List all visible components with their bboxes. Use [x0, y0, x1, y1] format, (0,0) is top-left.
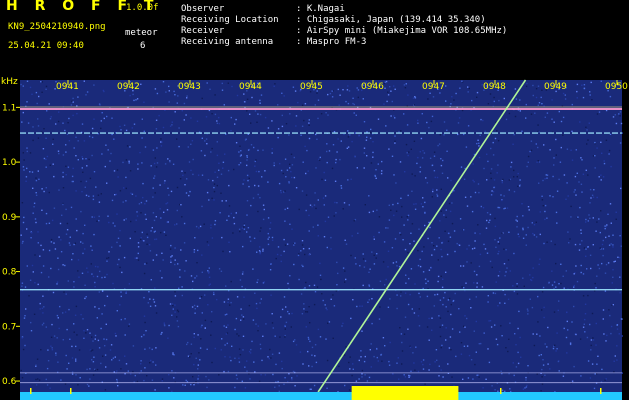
- power-bar-burst: [351, 386, 459, 400]
- location-label: Receiving Location: [181, 15, 279, 25]
- info-header: H R O F F T 1.0.0f KN9_2504210940.png me…: [0, 0, 629, 76]
- x-tick-label: 0942: [117, 82, 140, 92]
- y-axis-label: kHz: [1, 77, 18, 87]
- receiver-label: Receiver: [181, 26, 225, 36]
- x-tick-label: 0950: [605, 82, 628, 92]
- receiver-value: : AirSpy mini (Miakejima VOR 108.65MHz): [296, 26, 508, 36]
- spectrogram-svg: kHz 1.1 1.0 0.9 0.8 0.7 0.6 0941 0942 0943 0944 094…: [0, 76, 629, 400]
- image-filename: KN9_2504210940.png: [8, 22, 106, 32]
- x-tick-label: 0941: [56, 82, 79, 92]
- y-tick-label: 0.6: [2, 377, 17, 387]
- x-tick-label: 0948: [483, 82, 506, 92]
- meteor-count: 6: [140, 41, 146, 51]
- power-bar-baseline: [20, 392, 622, 400]
- location-value: : Chigasaki, Japan (139.414 35.340): [296, 15, 486, 25]
- power-bar-spike: [500, 388, 502, 394]
- x-tick-label: 0944: [239, 82, 262, 92]
- observer-label: Observer: [181, 4, 225, 14]
- antenna-label: Receiving antenna: [181, 37, 274, 47]
- x-tick-label: 0949: [544, 82, 567, 92]
- y-tick-label: 1.0: [2, 158, 17, 168]
- capture-datetime: 25.04.21 09:40: [8, 41, 84, 51]
- observer-value: : K.Nagai: [296, 4, 345, 14]
- y-tick-label: 0.8: [2, 268, 17, 278]
- meteor-label: meteor: [125, 28, 158, 38]
- x-tick-label: 0946: [361, 82, 384, 92]
- plot-background: [20, 80, 622, 392]
- x-tick-label: 0947: [422, 82, 445, 92]
- spectrogram-chart: kHz 1.1 1.0 0.9 0.8 0.7 0.6 0941 0942 0943 0944 094…: [0, 76, 629, 400]
- x-tick-label: 0945: [300, 82, 323, 92]
- y-tick-label: 0.9: [2, 213, 17, 223]
- power-bar-spike: [30, 388, 32, 394]
- x-tick-label: 0943: [178, 82, 201, 92]
- power-bar-spike: [600, 388, 602, 394]
- power-bar-spike: [70, 388, 72, 394]
- y-tick-label: 0.7: [2, 322, 16, 332]
- antenna-value: : Maspro FM-3: [296, 37, 367, 47]
- y-tick-label: 1.1: [2, 103, 16, 113]
- app-version: 1.0.0f: [126, 3, 159, 13]
